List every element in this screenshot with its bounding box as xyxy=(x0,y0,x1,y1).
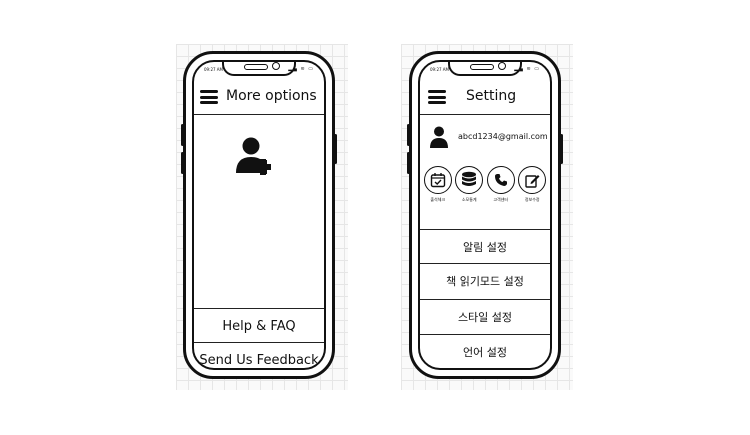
add-user-icon[interactable] xyxy=(234,137,284,175)
shortcut-statistics[interactable]: 소모통계 xyxy=(454,166,486,203)
speaker-icon xyxy=(244,64,268,70)
shortcut-label: 고객센터 xyxy=(493,197,509,202)
power-button xyxy=(560,134,563,164)
help-faq-item[interactable]: Help & FAQ xyxy=(194,308,324,343)
help-faq-label: Help & FAQ xyxy=(222,318,296,334)
shortcut-row: 출석체크 소모통계 고객센터 정보수정 xyxy=(422,166,548,203)
shortcut-edit-info[interactable]: 정보수정 xyxy=(517,166,549,203)
menu-item-reading-mode[interactable]: 책 읽기모드 설정 xyxy=(420,263,550,298)
send-feedback-label: Send Us Feedback xyxy=(199,352,319,368)
side-button xyxy=(407,124,410,146)
phone-left: 09:27 AM ▂▄ ≋ ▭ More options Help & FAQ … xyxy=(181,51,337,379)
menu-item-language[interactable]: 언어 설정 xyxy=(420,334,550,368)
page-title: Setting xyxy=(466,88,517,104)
menu-icon[interactable] xyxy=(428,90,446,104)
menu-item-notification[interactable]: 알림 설정 xyxy=(420,229,550,264)
camera-icon xyxy=(498,62,506,70)
menu-item-label: 알림 설정 xyxy=(463,241,507,254)
menu-item-label: 언어 설정 xyxy=(463,346,507,359)
status-time: 09:27 AM xyxy=(430,67,449,72)
profile-email: abcd1234@gmail.com xyxy=(458,132,548,141)
send-feedback-item[interactable]: Send Us Feedback xyxy=(194,342,324,368)
screen-more-options: 09:27 AM ▂▄ ≋ ▭ More options Help & FAQ … xyxy=(192,60,326,370)
side-button xyxy=(181,124,184,146)
header: More options xyxy=(194,82,324,115)
menu-item-label: 스타일 설정 xyxy=(457,311,513,324)
menu-item-style[interactable]: 스타일 설정 xyxy=(420,299,550,334)
calendar-check-icon xyxy=(430,173,445,188)
shortcut-attendance[interactable]: 출석체크 xyxy=(422,166,454,203)
side-button xyxy=(407,152,410,174)
shortcut-label: 소모통계 xyxy=(461,197,477,202)
page-title: More options xyxy=(226,88,317,104)
profile-row[interactable]: abcd1234@gmail.com xyxy=(420,118,550,158)
power-button xyxy=(334,134,337,164)
phone-notch xyxy=(222,62,296,76)
menu-item-label: 책 읽기모드 설정 xyxy=(446,275,524,288)
database-icon xyxy=(462,171,477,186)
status-icons: ▂▄ ≋ ▭ xyxy=(514,66,540,72)
user-avatar-icon xyxy=(430,126,448,148)
shortcut-customer-center[interactable]: 고객센터 xyxy=(485,166,517,203)
status-icons: ▂▄ ≋ ▭ xyxy=(288,66,314,72)
menu-icon[interactable] xyxy=(200,90,218,104)
screen-setting: 09:27 AM ▂▄ ≋ ▭ Setting abcd1234@gmail.c… xyxy=(418,60,552,370)
phone-right: 09:27 AM ▂▄ ≋ ▭ Setting abcd1234@gmail.c… xyxy=(407,51,563,379)
status-time: 09:27 AM xyxy=(204,67,223,72)
phone-notch xyxy=(448,62,522,76)
shortcut-label: 출석체크 xyxy=(430,197,446,202)
camera-icon xyxy=(272,62,280,70)
header: Setting xyxy=(420,82,550,115)
phone-icon xyxy=(494,174,507,186)
shortcut-label: 정보수정 xyxy=(524,197,540,202)
edit-icon xyxy=(525,174,540,188)
side-button xyxy=(181,152,184,174)
speaker-icon xyxy=(470,64,494,70)
